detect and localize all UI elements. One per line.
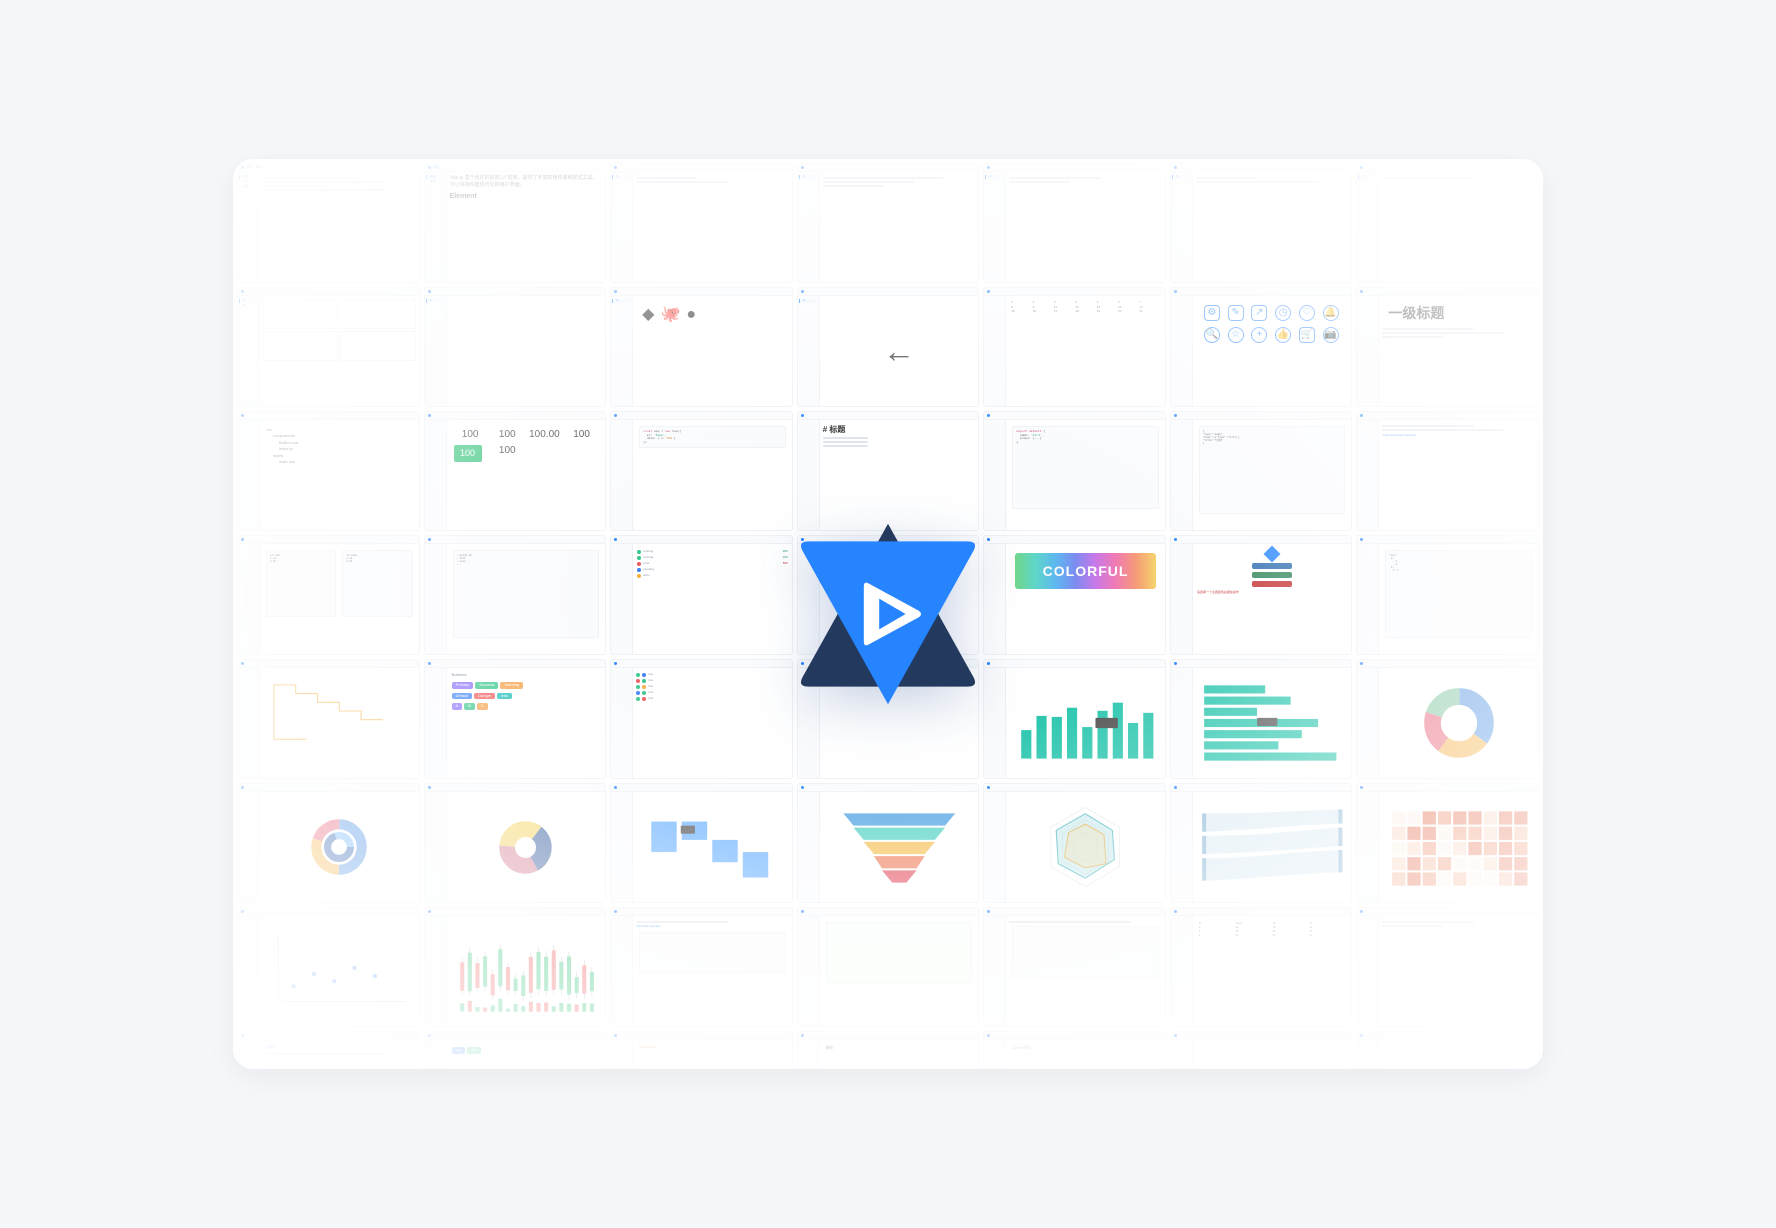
tile-doc-links: https://example.com/docs bbox=[1356, 411, 1539, 531]
product-logo bbox=[778, 504, 998, 724]
bar-chart bbox=[1009, 671, 1162, 775]
tile-misc-7 bbox=[1356, 907, 1539, 1027]
calendar-grid: 123456789101112131415161718192021 bbox=[1009, 299, 1162, 316]
star-icon: ☆ bbox=[1228, 327, 1244, 343]
share-icon: ↗ bbox=[1251, 305, 1267, 321]
tile-bottom-5: Code 代码 bbox=[983, 1031, 1166, 1069]
edit-icon: ✎ bbox=[1228, 305, 1244, 321]
tile-bottom-4: 解析 bbox=[797, 1031, 980, 1069]
clock-icon: ◷ bbox=[1275, 305, 1291, 321]
tile-colorful: COLORFUL bbox=[983, 535, 1166, 655]
btn-primary[interactable]: Primary bbox=[452, 682, 474, 689]
tile-snippet-2 bbox=[983, 907, 1166, 1027]
gear-icon: ⚙ bbox=[1204, 305, 1220, 321]
tile-json-dump: {"type":"page","body":[{"type":"form"}],… bbox=[1170, 411, 1353, 531]
tile-form-panel: AB bbox=[237, 287, 420, 407]
doc-title: Element bbox=[450, 193, 603, 201]
tile-table-1: id name1 aa2 bbid name1 aa2 bb bbox=[237, 535, 420, 655]
camera-icon: 📷 bbox=[1323, 327, 1339, 343]
tile-pie-chart bbox=[1356, 659, 1539, 779]
tile-bar-chart bbox=[983, 659, 1166, 779]
pie-small bbox=[498, 820, 553, 875]
tile-status-list: running200 running200 error500 pending w… bbox=[610, 535, 793, 655]
tile-scatter bbox=[237, 907, 420, 1027]
candlestick-chart bbox=[450, 919, 603, 1023]
pie-chart bbox=[1424, 688, 1494, 758]
tile-indent-tree bbox=[237, 659, 420, 779]
search-icon: 🔍 bbox=[1204, 327, 1220, 343]
plus-icon: + bbox=[1251, 327, 1267, 343]
github-icon: 🐙 bbox=[660, 305, 680, 324]
tile-bottom-6 bbox=[1170, 1031, 1353, 1069]
sankey-chart bbox=[1196, 795, 1349, 899]
tile-sankey bbox=[1170, 783, 1353, 903]
like-icon: 👍 bbox=[1275, 327, 1291, 343]
cn-heading: 一级标题 bbox=[1388, 305, 1529, 322]
hbar-chart bbox=[1196, 671, 1349, 775]
tile-bottom-7 bbox=[1356, 1031, 1539, 1069]
cart-icon: 🛒 bbox=[1299, 327, 1315, 343]
tile-doc-3: A bbox=[610, 163, 793, 283]
heatmap-chart bbox=[1382, 795, 1535, 899]
tile-heading-cn: 一级标题 bbox=[1356, 287, 1539, 407]
tile-code-1: const app = new Vue({ el: '#app', data: … bbox=[610, 411, 793, 531]
tile-bottom-1: 说明页 bbox=[237, 1031, 420, 1069]
btn-success[interactable]: Success bbox=[475, 682, 498, 689]
colorful-banner: COLORFUL bbox=[1015, 553, 1156, 589]
warning-text: 请选择一个主题颜色后继续操作 bbox=[1197, 591, 1348, 595]
btn-info[interactable]: Info bbox=[497, 693, 512, 700]
tile-bottom-3: warning line bbox=[610, 1031, 793, 1069]
tile-status-table: row row row row row bbox=[610, 659, 793, 779]
back-arrow-icon: ← bbox=[823, 299, 976, 403]
tile-buttons-gallery: Buttons Primary Success Warning Default … bbox=[424, 659, 607, 779]
btn-warning[interactable]: Warning bbox=[500, 682, 523, 689]
tile-candlestick bbox=[424, 907, 607, 1027]
tile-icon-grid: ⚙ ✎ ↗ ◷ ♡ 🔔 🔍 ☆ + 👍 🛒 📷 bbox=[1170, 287, 1353, 407]
file-tree: srccomponentsButton.vueindex.jsstylesmai… bbox=[263, 423, 416, 469]
tile-blank-canvas: A bbox=[424, 287, 607, 407]
tile-table-data: idnamevalst1aa10ok2bb20ok3cc30no bbox=[1170, 907, 1353, 1027]
donut-chart bbox=[309, 817, 369, 877]
tile-hbar-chart bbox=[1170, 659, 1353, 779]
tile-tree: srccomponentsButton.vueindex.jsstylesmai… bbox=[237, 411, 420, 531]
tile-console-log: ✓ build ok✓ lint! warn... bbox=[424, 535, 607, 655]
heart-icon: ♡ bbox=[1299, 305, 1315, 321]
stat-value: 100 bbox=[454, 429, 487, 441]
bell-icon: 🔔 bbox=[1323, 305, 1339, 321]
thumbnail-collage: 预览编辑基础样式数据 预览基础样式Vue.js 基于组件的前端 UI 框架，提供… bbox=[233, 159, 1543, 1069]
tile-radar bbox=[983, 783, 1166, 903]
tile-element-doc: 预览基础样式Vue.js 基于组件的前端 UI 框架，提供了丰富的组件库和样式工… bbox=[424, 163, 607, 283]
tile-github-icons: A◆🐙● bbox=[610, 287, 793, 407]
tile-yaml-tree: root: a: - 1 - 2 b: c: x bbox=[1356, 535, 1539, 655]
tile-doc-1: 预览编辑基础样式数据 bbox=[237, 163, 420, 283]
tile-heatmap bbox=[1356, 783, 1539, 903]
tile-calendar: 123456789101112131415161718192021 bbox=[983, 287, 1166, 407]
md-heading: # 标题 bbox=[823, 425, 976, 435]
tile-doc-7: A bbox=[1356, 163, 1539, 283]
tile-funnel bbox=[797, 783, 980, 903]
tile-notes: http://link.example bbox=[610, 907, 793, 1027]
funnel-chart bbox=[823, 795, 976, 899]
tile-doc-4: A bbox=[797, 163, 980, 283]
tile-color-tags: 请选择一个主题颜色后继续操作 bbox=[1170, 535, 1353, 655]
tile-bottom-2: tagtag bbox=[424, 1031, 607, 1069]
waterfall-chart bbox=[636, 795, 789, 899]
tile-code-2: export default { name: 'Card', props: [.… bbox=[983, 411, 1166, 531]
btn-danger[interactable]: Danger bbox=[474, 693, 495, 700]
btn-default[interactable]: Default bbox=[452, 693, 473, 700]
tile-doc-5: A bbox=[983, 163, 1166, 283]
tile-donut-chart bbox=[237, 783, 420, 903]
tile-doc-6: A bbox=[1170, 163, 1353, 283]
tile-waterfall bbox=[610, 783, 793, 903]
tile-snippet-1 bbox=[797, 907, 980, 1027]
doc-body-text: Vue.js 基于组件的前端 UI 框架，提供了丰富的组件库和样式工具，可以快速… bbox=[450, 175, 603, 189]
radar-chart bbox=[1009, 795, 1162, 899]
tile-pie-3d bbox=[424, 783, 607, 903]
tile-numbers-100: 100 100 100.00 100 100 100 bbox=[424, 411, 607, 531]
tile-arrow: A← bbox=[797, 287, 980, 407]
